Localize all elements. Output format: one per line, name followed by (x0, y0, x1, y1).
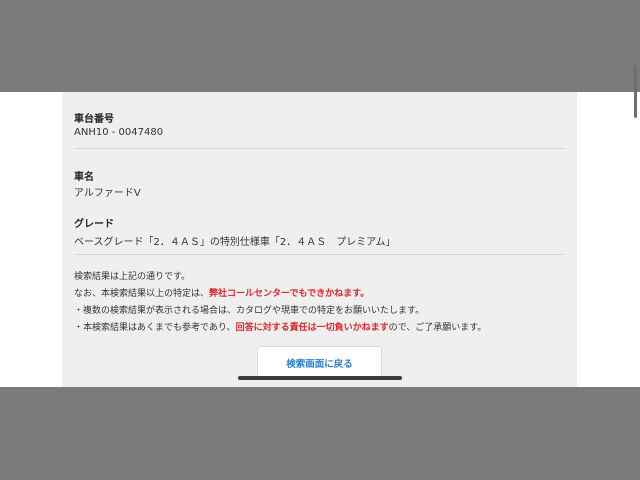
result-panel: 車台番号 ANH10 - 0047480 車名 アルファードV グレード ベース… (62, 92, 577, 387)
note-call-center-text: なお、本検索結果以上の特定は、 (74, 289, 210, 299)
note-call-center: なお、本検索結果以上の特定は、弊社コールセンターでもできかねます。 (74, 286, 369, 299)
bottom-dim-area (0, 387, 640, 480)
note-disclaimer-warning: 回答に対する責任は一切負いかねます (235, 323, 389, 333)
note-result-summary: 検索結果は上記の通りです。 (74, 272, 191, 282)
result-screen: 車台番号 ANH10 - 0047480 車名 アルファードV グレード ベース… (0, 92, 640, 387)
grade-value: ベースグレード「2．４ＡＳ」の特別仕様車「2．４ＡＳ プレミアム」 (74, 237, 396, 248)
car-name-label: 車名 (74, 172, 94, 183)
chassis-number-label: 車台番号 (74, 114, 114, 125)
car-name-value: アルファードV (74, 188, 141, 199)
top-dim-area (0, 0, 640, 92)
chassis-number-value: ANH10 - 0047480 (74, 127, 164, 138)
note-multiple-results: ・複数の検索結果が表示される場合は、カタログや現車での特定をお願いいたします。 (74, 306, 425, 316)
note-disclaimer-tail: ので、ご了承願います。 (388, 323, 487, 333)
divider (74, 148, 565, 149)
back-to-search-button[interactable]: 検索画面に戻る (257, 346, 382, 380)
home-indicator[interactable] (238, 376, 402, 380)
note-disclaimer: ・本検索結果はあくまでも参考であり、回答に対する責任は一切負いかねますので、ご了… (74, 320, 486, 333)
note-call-center-warning: 弊社コールセンターでもできかねます。 (209, 289, 370, 299)
divider (74, 254, 565, 255)
note-disclaimer-text: ・本検索結果はあくまでも参考であり、 (74, 323, 236, 333)
grade-label: グレード (74, 219, 114, 230)
scrollbar[interactable] (634, 65, 637, 118)
